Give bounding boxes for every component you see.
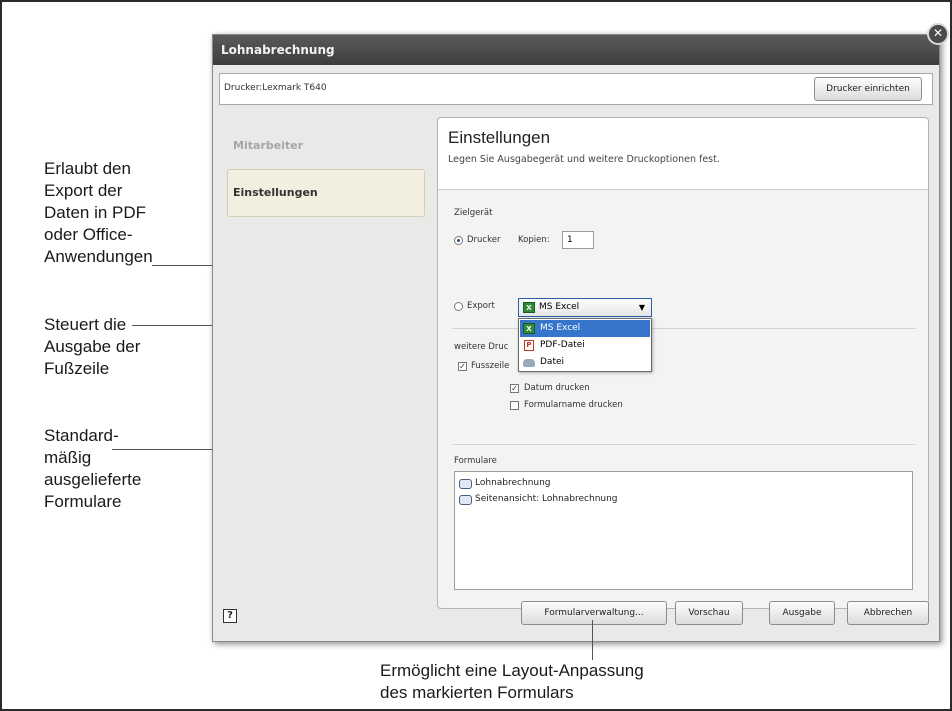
dropdown-option-pdf[interactable]: P PDF-Datei	[520, 337, 650, 354]
list-item[interactable]: Seitenansicht: Lohnabrechnung	[459, 494, 618, 505]
annotation-line: Anwendungen	[44, 247, 153, 266]
annotation-export: Erlaubt den Export der Daten in PDF oder…	[44, 158, 153, 268]
dropdown-option-label: Datei	[540, 357, 565, 367]
printer-radio[interactable]	[454, 236, 463, 245]
annotation-line: Standard-	[44, 426, 119, 445]
dropdown-option-label: PDF-Datei	[540, 340, 585, 350]
annotation-line: oder Office-	[44, 225, 133, 244]
preview-button[interactable]: Vorschau	[675, 601, 743, 625]
page-subtitle: Legen Sie Ausgabegerät und weitere Druck…	[448, 154, 720, 165]
nav-item-mitarbeiter[interactable]: Mitarbeiter	[233, 139, 303, 152]
divider	[452, 444, 916, 445]
annotation-line: Ausgabe der	[44, 337, 141, 356]
copies-label: Kopien:	[518, 235, 550, 245]
annotation-line: Formulare	[44, 492, 122, 511]
chevron-down-icon[interactable]: ▼	[639, 299, 645, 316]
excel-icon: X	[523, 302, 535, 313]
annotation-line: des markierten Formulars	[380, 683, 574, 702]
dropdown-option-file[interactable]: Datei	[520, 354, 650, 371]
help-icon[interactable]: ?	[223, 609, 237, 623]
settings-panel: Einstellungen Legen Sie Ausgabegerät und…	[437, 117, 929, 609]
list-item[interactable]: Lohnabrechnung	[459, 478, 551, 489]
export-radio[interactable]	[454, 302, 463, 311]
annotation-line: Steuert die	[44, 315, 127, 334]
dialog-title: Lohnabrechnung	[221, 43, 335, 57]
form-label: Seitenansicht: Lohnabrechnung	[475, 494, 618, 504]
dialog-titlebar: Lohnabrechnung	[213, 35, 939, 65]
formname-checkbox-label[interactable]: Formularname drucken	[524, 400, 623, 410]
dropdown-option-label: MS Excel	[540, 323, 581, 333]
annotation-footer: Steuert die Ausgabe der Fußzeile	[44, 314, 140, 380]
dropdown-option-excel[interactable]: X MS Excel	[520, 320, 650, 337]
forms-list: Lohnabrechnung Seitenansicht: Lohnabrech…	[454, 471, 913, 590]
annotation-line: ausgelieferte	[44, 470, 142, 489]
forms-label: Formulare	[454, 456, 497, 466]
date-checkbox[interactable]: ✓	[510, 384, 519, 393]
printer-label: Drucker:Lexmark T640	[224, 83, 327, 93]
file-icon	[523, 359, 535, 367]
printer-bar: Drucker:Lexmark T640 Drucker einrichten	[219, 73, 933, 105]
output-button[interactable]: Ausgabe	[769, 601, 835, 625]
settings-header: Einstellungen Legen Sie Ausgabegerät und…	[438, 118, 928, 190]
export-format-value: MS Excel	[539, 302, 580, 312]
form-manager-button[interactable]: Formularverwaltung...	[521, 601, 667, 625]
copies-field[interactable]: 1	[562, 231, 594, 249]
setup-printer-button[interactable]: Drucker einrichten	[814, 77, 922, 101]
annotation-line: mäßig	[44, 448, 92, 467]
pdf-icon: P	[524, 340, 534, 351]
cancel-button[interactable]: Abbrechen	[847, 601, 929, 625]
close-icon[interactable]: ✕	[927, 23, 949, 45]
annotation-line: Daten in PDF	[44, 203, 147, 222]
page-title: Einstellungen	[448, 128, 551, 147]
excel-icon: X	[523, 323, 535, 334]
print-dialog: Lohnabrechnung ✕ Drucker:Lexmark T640 Dr…	[212, 23, 949, 642]
footer-checkbox-label[interactable]: Fusszeile	[471, 361, 509, 371]
printer-radio-label[interactable]: Drucker	[467, 235, 500, 245]
footer-checkbox[interactable]: ✓	[458, 362, 467, 371]
export-format-dropdown: X MS Excel P PDF-Datei Datei	[518, 318, 652, 372]
more-options-label: weitere Druc	[454, 342, 509, 352]
annotation-line: Ermöglicht eine Layout-Anpassung	[380, 661, 644, 680]
leader-line-layout	[592, 620, 593, 660]
formname-checkbox[interactable]	[510, 401, 519, 410]
annotation-line: Export der	[44, 181, 123, 200]
annotation-layout: Ermöglicht eine Layout-Anpassung des mar…	[380, 660, 644, 704]
form-label: Lohnabrechnung	[475, 478, 551, 488]
annotation-line: Fußzeile	[44, 359, 110, 378]
form-icon	[459, 495, 472, 505]
annotation-line: Erlaubt den	[44, 159, 131, 178]
nav-item-einstellungen[interactable]: Einstellungen	[233, 186, 318, 199]
form-icon	[459, 479, 472, 489]
export-format-select[interactable]: X MS Excel ▼	[518, 298, 652, 317]
annotation-forms: Standard- mäßig ausgelieferte Formulare	[44, 425, 141, 513]
export-radio-label[interactable]: Export	[467, 301, 495, 311]
target-label: Zielgerät	[454, 208, 493, 218]
date-checkbox-label[interactable]: Datum drucken	[524, 383, 590, 393]
